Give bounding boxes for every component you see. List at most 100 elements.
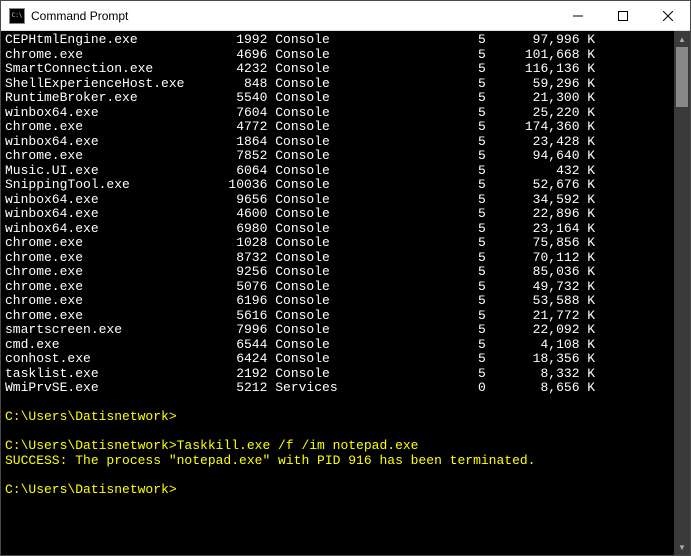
process-name: cmd.exe (5, 338, 205, 353)
process-mem: 25,220 (486, 106, 580, 121)
process-name: chrome.exe (5, 149, 205, 164)
process-session: Console (267, 149, 400, 164)
process-session-num: 5 (400, 294, 486, 309)
process-unit: K (580, 106, 596, 121)
process-name: chrome.exe (5, 236, 205, 251)
process-row: chrome.exe 7852 Console 5 94,640 K (5, 149, 674, 164)
process-name: chrome.exe (5, 280, 205, 295)
process-unit: K (580, 367, 596, 382)
process-name: chrome.exe (5, 251, 205, 266)
process-unit: K (580, 91, 596, 106)
process-session-num: 5 (400, 367, 486, 382)
process-name: winbox64.exe (5, 106, 205, 121)
process-pid: 7604 (205, 106, 267, 121)
minimize-button[interactable] (555, 1, 600, 30)
process-mem: 70,112 (486, 251, 580, 266)
process-row: chrome.exe 4772 Console 5 174,360 K (5, 120, 674, 135)
process-name: chrome.exe (5, 48, 205, 63)
window-controls (555, 1, 690, 30)
process-pid: 6196 (205, 294, 267, 309)
process-unit: K (580, 222, 596, 237)
process-name: ShellExperienceHost.exe (5, 77, 205, 92)
process-row: SnippingTool.exe 10036 Console 5 52,676 … (5, 178, 674, 193)
success-message: SUCCESS: The process "notepad.exe" with … (5, 454, 674, 469)
process-pid: 5540 (205, 91, 267, 106)
prompt-line[interactable]: C:\Users\Datisnetwork> (5, 483, 674, 498)
process-session: Console (267, 120, 400, 135)
scroll-down-button[interactable]: ▼ (674, 539, 690, 555)
process-row: winbox64.exe 7604 Console 5 25,220 K (5, 106, 674, 121)
process-unit: K (580, 352, 596, 367)
process-name: tasklist.exe (5, 367, 205, 382)
process-row: SmartConnection.exe 4232 Console 5 116,1… (5, 62, 674, 77)
process-session: Console (267, 178, 400, 193)
process-name: SmartConnection.exe (5, 62, 205, 77)
process-unit: K (580, 135, 596, 150)
process-session-num: 5 (400, 164, 486, 179)
scrollbar[interactable]: ▲ ▼ (674, 31, 690, 555)
process-unit: K (580, 381, 596, 396)
prompt-line: C:\Users\Datisnetwork> (5, 410, 674, 425)
process-session: Console (267, 338, 400, 353)
process-mem: 18,356 (486, 352, 580, 367)
process-name: smartscreen.exe (5, 323, 205, 338)
titlebar[interactable]: Command Prompt (1, 1, 690, 31)
process-mem: 22,896 (486, 207, 580, 222)
process-session-num: 5 (400, 149, 486, 164)
process-row: chrome.exe 5076 Console 5 49,732 K (5, 280, 674, 295)
process-pid: 4696 (205, 48, 267, 63)
process-session: Console (267, 33, 400, 48)
process-row: chrome.exe 5616 Console 5 21,772 K (5, 309, 674, 324)
process-session: Console (267, 91, 400, 106)
process-unit: K (580, 294, 596, 309)
process-row: conhost.exe 6424 Console 5 18,356 K (5, 352, 674, 367)
process-session: Console (267, 222, 400, 237)
process-session-num: 5 (400, 33, 486, 48)
process-name: chrome.exe (5, 309, 205, 324)
process-unit: K (580, 164, 596, 179)
process-pid: 5212 (205, 381, 267, 396)
maximize-button[interactable] (600, 1, 645, 30)
process-row: CEPHtmlEngine.exe 1992 Console 5 97,996 … (5, 33, 674, 48)
process-pid: 4600 (205, 207, 267, 222)
process-pid: 7996 (205, 323, 267, 338)
process-name: conhost.exe (5, 352, 205, 367)
process-mem: 4,108 (486, 338, 580, 353)
process-row: chrome.exe 1028 Console 5 75,856 K (5, 236, 674, 251)
process-session: Console (267, 106, 400, 121)
process-session: Console (267, 135, 400, 150)
scrollbar-thumb[interactable] (676, 47, 688, 107)
process-session-num: 5 (400, 265, 486, 280)
process-row: RuntimeBroker.exe 5540 Console 5 21,300 … (5, 91, 674, 106)
process-mem: 53,588 (486, 294, 580, 309)
process-session-num: 5 (400, 280, 486, 295)
process-pid: 6544 (205, 338, 267, 353)
process-row: chrome.exe 9256 Console 5 85,036 K (5, 265, 674, 280)
scroll-up-button[interactable]: ▲ (674, 31, 690, 47)
process-mem: 174,360 (486, 120, 580, 135)
process-pid: 1864 (205, 135, 267, 150)
process-pid: 4232 (205, 62, 267, 77)
close-button[interactable] (645, 1, 690, 30)
process-pid: 4772 (205, 120, 267, 135)
process-row: chrome.exe 4696 Console 5 101,668 K (5, 48, 674, 63)
terminal-output[interactable]: CEPHtmlEngine.exe 1992 Console 5 97,996 … (1, 31, 674, 555)
process-name: WmiPrvSE.exe (5, 381, 205, 396)
process-session: Console (267, 265, 400, 280)
cmd-icon (9, 8, 25, 24)
process-session-num: 5 (400, 135, 486, 150)
process-mem: 116,136 (486, 62, 580, 77)
process-mem: 52,676 (486, 178, 580, 193)
process-session-num: 0 (400, 381, 486, 396)
process-session-num: 5 (400, 207, 486, 222)
process-session-num: 5 (400, 309, 486, 324)
process-unit: K (580, 62, 596, 77)
process-mem: 75,856 (486, 236, 580, 251)
process-session-num: 5 (400, 77, 486, 92)
process-pid: 2192 (205, 367, 267, 382)
process-session: Console (267, 207, 400, 222)
process-session-num: 5 (400, 222, 486, 237)
process-unit: K (580, 149, 596, 164)
process-session: Console (267, 367, 400, 382)
process-session: Console (267, 323, 400, 338)
